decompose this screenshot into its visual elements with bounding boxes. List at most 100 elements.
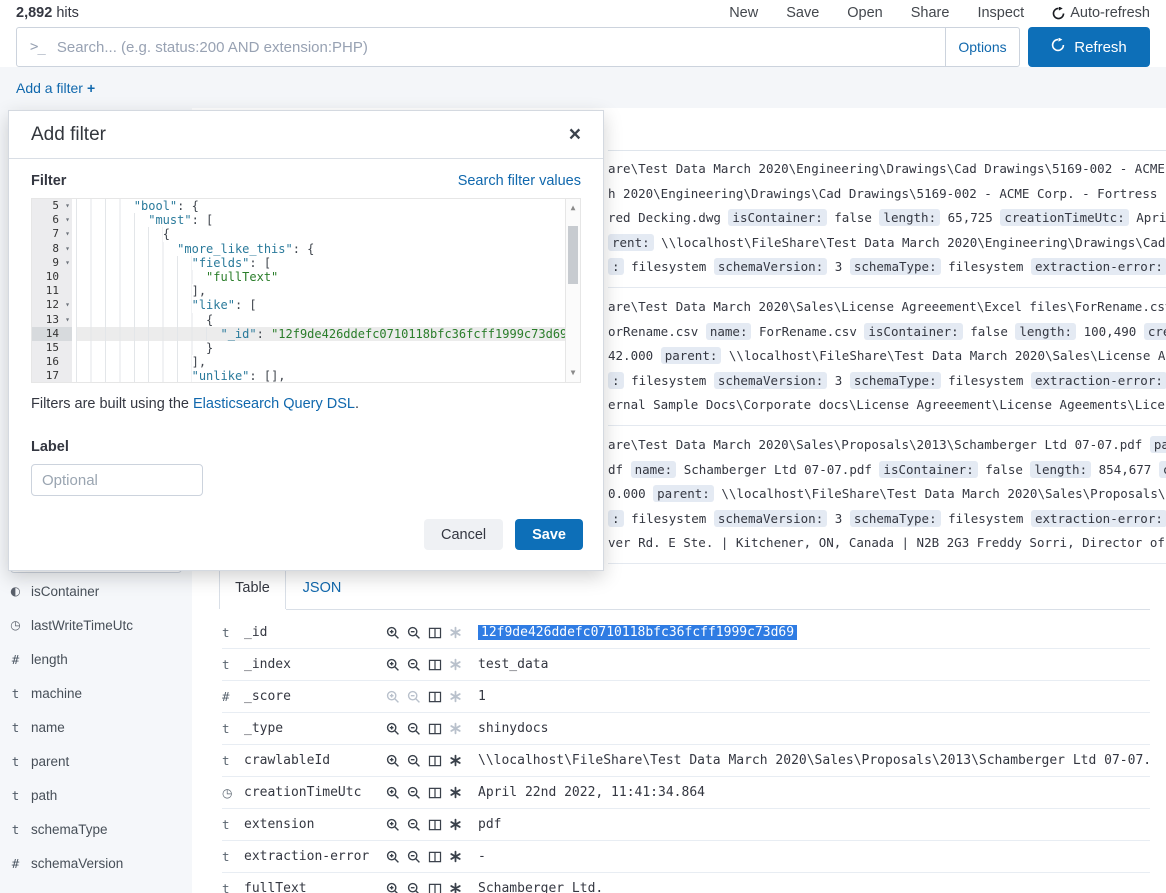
gutter-line-number[interactable]: 7▾ — [32, 227, 72, 241]
toggle-column-icon[interactable] — [428, 882, 442, 893]
elasticsearch-dsl-link[interactable]: Elasticsearch Query DSL — [193, 396, 355, 412]
fold-caret-icon[interactable]: ▾ — [65, 298, 70, 312]
gutter-line-number[interactable]: 15 — [32, 341, 72, 355]
toggle-column-icon[interactable] — [428, 690, 442, 704]
fold-caret-icon[interactable]: ▾ — [65, 199, 70, 213]
toggle-column-icon[interactable] — [428, 658, 442, 672]
filter-for-value-icon[interactable] — [386, 626, 400, 640]
gutter-line-number[interactable]: 5▾ — [32, 199, 72, 213]
document-row[interactable]: are\Test Data March 2020\Sales\License A… — [608, 288, 1166, 426]
gutter-line-number[interactable]: 10 — [32, 270, 72, 284]
menu-open[interactable]: Open — [847, 5, 882, 21]
scroll-down-arrow-icon[interactable]: ▼ — [566, 366, 580, 380]
refresh-button[interactable]: Refresh — [1028, 27, 1150, 67]
field-value-text: 0.000 — [608, 486, 653, 501]
fold-caret-icon[interactable]: ▾ — [65, 313, 70, 327]
field-value-text: filesystem — [631, 373, 714, 388]
scroll-up-arrow-icon[interactable]: ▲ — [566, 201, 580, 215]
toggle-column-icon[interactable] — [428, 626, 442, 640]
toggle-column-icon[interactable] — [428, 754, 442, 768]
gutter-line-number[interactable]: 11 — [32, 284, 72, 298]
sidebar-field-lastWriteTimeUtc[interactable]: ◷lastWriteTimeUtc — [0, 608, 192, 642]
fold-caret-icon[interactable]: ▾ — [65, 213, 70, 227]
menu-new[interactable]: New — [729, 5, 758, 21]
filter-out-value-icon[interactable] — [407, 850, 421, 864]
document-row[interactable]: are\Test Data March 2020\Engineering\Dra… — [608, 150, 1166, 288]
hits-count: 2,892 hits — [16, 5, 79, 21]
menu-inspect[interactable]: Inspect — [977, 5, 1024, 21]
sidebar-field-schemaType[interactable]: tschemaType — [0, 812, 192, 846]
fold-caret-icon[interactable]: ▾ — [65, 227, 70, 241]
cancel-button[interactable]: Cancel — [424, 519, 503, 550]
filter-for-field-present-icon[interactable] — [449, 882, 462, 893]
fold-caret-icon[interactable]: ▾ — [65, 256, 70, 270]
sidebar-field-length[interactable]: #length — [0, 642, 192, 676]
filter-out-value-icon[interactable] — [407, 658, 421, 672]
doc-field-row-_index: t_indextest_data — [222, 649, 1150, 681]
add-filter-link[interactable]: Add a filter+ — [16, 80, 95, 96]
filter-for-value-icon[interactable] — [386, 818, 400, 832]
sidebar-field-parent[interactable]: tparent — [0, 744, 192, 778]
tab-table[interactable]: Table — [219, 567, 286, 609]
field-type-icon: t — [222, 721, 244, 736]
tab-json[interactable]: JSON — [286, 567, 358, 609]
toggle-column-icon[interactable] — [428, 786, 442, 800]
save-button[interactable]: Save — [515, 519, 583, 550]
filter-out-value-icon[interactable] — [407, 722, 421, 736]
gutter-line-number[interactable]: 17 — [32, 369, 72, 383]
filter-for-value-icon[interactable] — [386, 722, 400, 736]
filter-for-value-icon[interactable] — [386, 786, 400, 800]
sidebar-field-name[interactable]: tname — [0, 710, 192, 744]
close-icon[interactable]: × — [569, 124, 581, 145]
sidebar-field-schemaVersion[interactable]: #schemaVersion — [0, 846, 192, 880]
sidebar-field-machine[interactable]: tmachine — [0, 676, 192, 710]
menu-share[interactable]: Share — [911, 5, 950, 21]
query-dsl-editor[interactable]: 5▾6▾7▾8▾9▾101112▾13▾14151617 "bool": {"m… — [31, 198, 581, 383]
filter-for-value-icon[interactable] — [386, 850, 400, 864]
field-actions — [386, 626, 472, 640]
filter-for-value-icon[interactable] — [386, 658, 400, 672]
filter-section-label: Filter — [31, 173, 66, 189]
gutter-line-number[interactable]: 8▾ — [32, 242, 72, 256]
toggle-column-icon[interactable] — [428, 850, 442, 864]
options-button[interactable]: Options — [945, 28, 1019, 66]
filter-for-field-present-icon — [449, 690, 462, 703]
gutter-line-number[interactable]: 13▾ — [32, 313, 72, 327]
field-type-icon: t — [222, 625, 244, 640]
field-badge: rent: — [608, 234, 654, 251]
toggle-column-icon[interactable] — [428, 722, 442, 736]
sidebar-field-isContainer[interactable]: ◐isContainer — [0, 574, 192, 608]
field-value-text: \\localhost\FileShare\Test Data March 20… — [721, 486, 1166, 501]
editor-scrollbar[interactable]: ▲ ▼ — [565, 199, 580, 382]
code-line: ], — [76, 355, 580, 369]
filter-out-value-icon[interactable] — [407, 786, 421, 800]
auto-refresh-button[interactable]: Auto-refresh — [1052, 5, 1150, 21]
gutter-line-number[interactable]: 12▾ — [32, 298, 72, 312]
field-value-text: Schamberger Ltd 07-07.pdf — [684, 462, 880, 477]
filter-for-field-present-icon[interactable] — [449, 786, 462, 799]
filter-out-value-icon[interactable] — [407, 818, 421, 832]
filter-for-value-icon[interactable] — [386, 882, 400, 893]
search-filter-values-link[interactable]: Search filter values — [458, 173, 581, 189]
fold-caret-icon[interactable]: ▾ — [65, 242, 70, 256]
gutter-line-number[interactable]: 6▾ — [32, 213, 72, 227]
menu-save[interactable]: Save — [786, 5, 819, 21]
search-input[interactable] — [57, 28, 945, 66]
sidebar-field-path[interactable]: tpath — [0, 778, 192, 812]
filter-for-field-present-icon[interactable] — [449, 850, 462, 863]
gutter-line-number[interactable]: 16 — [32, 355, 72, 369]
filter-out-value-icon[interactable] — [407, 882, 421, 893]
field-badge: : — [608, 372, 624, 389]
filter-for-field-present-icon[interactable] — [449, 754, 462, 767]
filter-out-value-icon[interactable] — [407, 754, 421, 768]
filter-for-value-icon[interactable] — [386, 754, 400, 768]
gutter-line-number[interactable]: 9▾ — [32, 256, 72, 270]
filter-label-input[interactable] — [31, 464, 203, 496]
filter-out-value-icon[interactable] — [407, 626, 421, 640]
document-row[interactable]: are\Test Data March 2020\Sales\Proposals… — [608, 426, 1166, 564]
toggle-column-icon[interactable] — [428, 818, 442, 832]
scrollbar-thumb[interactable] — [568, 226, 578, 284]
filter-for-field-present-icon[interactable] — [449, 818, 462, 831]
gutter-line-number[interactable]: 14 — [32, 327, 72, 341]
field-value-text: 100,490 — [1084, 324, 1144, 339]
